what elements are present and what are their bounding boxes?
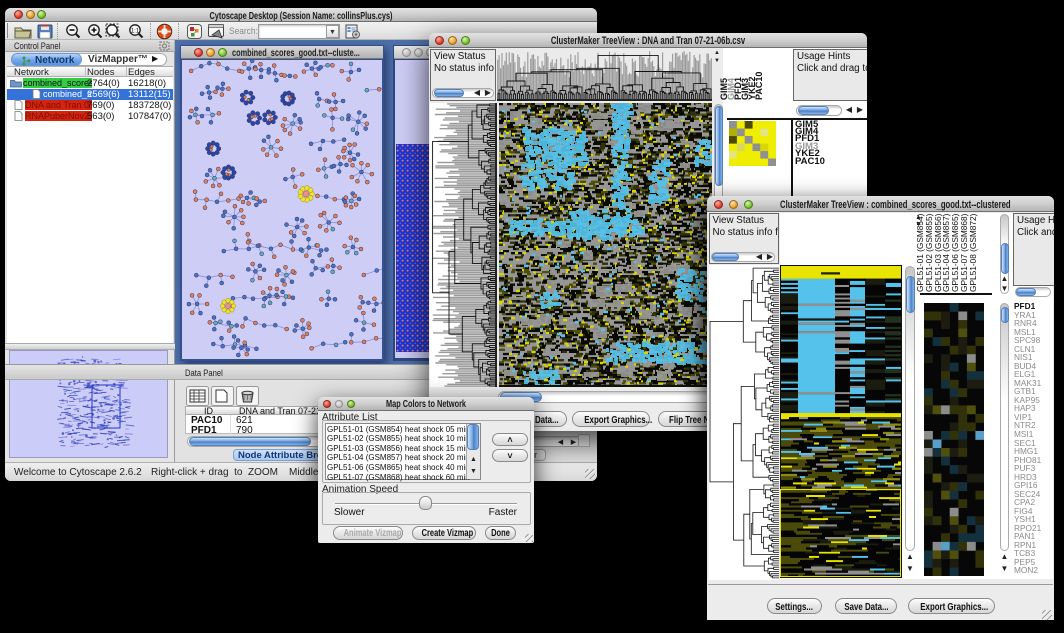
svg-text:1:1: 1:1 (131, 29, 140, 35)
